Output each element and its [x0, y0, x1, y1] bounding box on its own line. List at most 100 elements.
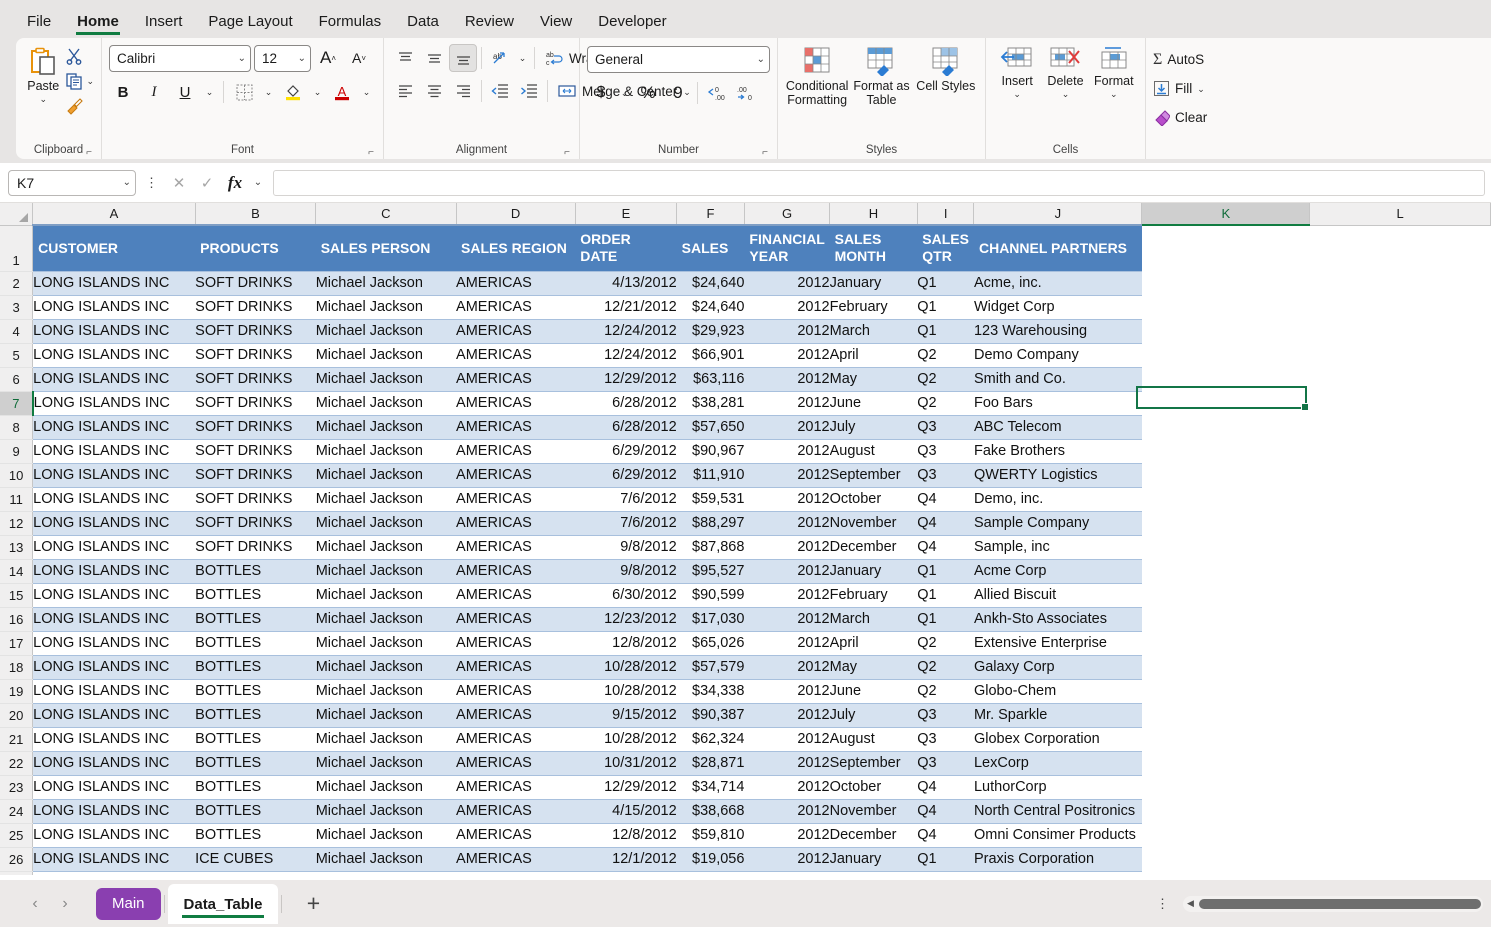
empty-cell[interactable]	[1309, 487, 1491, 512]
table-cell[interactable]: Mr. Sparkle	[973, 703, 1142, 728]
table-cell[interactable]: AMERICAS	[456, 607, 576, 632]
table-cell[interactable]: Michael Jackson	[315, 823, 457, 848]
table-cell[interactable]: Q1	[917, 559, 974, 584]
table-cell[interactable]: Q1	[917, 271, 974, 296]
empty-cell[interactable]	[1309, 559, 1491, 584]
table-cell[interactable]: $88,297	[676, 511, 745, 536]
table-cell[interactable]: 2012	[744, 559, 830, 584]
empty-cell[interactable]	[1309, 295, 1491, 320]
row-header-18[interactable]: 18	[0, 655, 34, 680]
table-cell[interactable]: Extensive Enterprise	[973, 631, 1142, 656]
table-cell[interactable]: LONG ISLANDS INC	[32, 583, 196, 608]
column-header-G[interactable]: G	[744, 203, 831, 226]
empty-cell[interactable]	[1141, 439, 1311, 464]
table-cell[interactable]: 2012	[744, 799, 830, 824]
row-header-14[interactable]: 14	[0, 559, 34, 584]
table-cell[interactable]: 9/8/2012	[575, 559, 677, 584]
table-cell[interactable]: June	[829, 391, 918, 416]
table-cell[interactable]: Q1	[917, 295, 974, 320]
empty-cell[interactable]	[1309, 703, 1491, 728]
table-cell[interactable]: Q3	[917, 415, 974, 440]
delete-chevron-down-icon[interactable]: ⌄	[1062, 90, 1070, 99]
empty-cell[interactable]	[1141, 727, 1311, 752]
underline-button[interactable]: U	[171, 78, 199, 106]
table-cell[interactable]: January	[829, 559, 918, 584]
table-cell[interactable]: SOFT DRINKS	[195, 439, 316, 464]
row-header-20[interactable]: 20	[0, 703, 34, 728]
table-cell[interactable]: July	[829, 415, 918, 440]
empty-cell[interactable]	[1141, 703, 1311, 728]
table-cell[interactable]: Michael Jackson	[315, 367, 457, 392]
check-icon[interactable]: ✓	[195, 171, 219, 195]
table-cell[interactable]: Acme, inc.	[973, 271, 1142, 296]
table-cell[interactable]: Michael Jackson	[315, 463, 457, 488]
increase-indent-button[interactable]	[515, 77, 543, 105]
table-cell[interactable]: Michael Jackson	[315, 847, 457, 872]
empty-cell[interactable]	[1309, 391, 1491, 416]
table-cell[interactable]: Q4	[917, 799, 974, 824]
table-cell[interactable]: November	[829, 511, 918, 536]
empty-cell[interactable]	[1141, 391, 1311, 416]
table-cell[interactable]: Q2	[917, 679, 974, 704]
row-header-11[interactable]: 11	[0, 487, 34, 512]
table-cell[interactable]: SOFT DRINKS	[195, 511, 316, 536]
table-cell[interactable]: BOTTLES	[195, 775, 316, 800]
table-cell[interactable]: LONG ISLANDS INC	[32, 631, 196, 656]
table-cell[interactable]: Acme Corp	[973, 559, 1142, 584]
comma-format-button[interactable]: 9	[664, 79, 692, 107]
table-cell[interactable]: LONG ISLANDS INC	[32, 343, 196, 368]
copy-icon[interactable]	[65, 72, 83, 90]
table-cell[interactable]: $90,599	[676, 583, 745, 608]
table-cell[interactable]: 12/24/2012	[575, 319, 677, 344]
column-header-J[interactable]: J	[973, 203, 1143, 226]
table-cell[interactable]: BOTTLES	[195, 559, 316, 584]
table-cell[interactable]: Michael Jackson	[315, 295, 457, 320]
table-cell[interactable]: 4/13/2012	[575, 271, 677, 296]
table-cell[interactable]: ABC Telecom	[973, 415, 1142, 440]
table-cell[interactable]: SOFT DRINKS	[195, 319, 316, 344]
number-format-select[interactable]: General ⌄	[587, 46, 770, 73]
ribbon-tab-home[interactable]: Home	[66, 9, 130, 38]
table-cell[interactable]: 2012	[744, 703, 830, 728]
table-cell[interactable]: 10/28/2012	[575, 727, 677, 752]
empty-cell[interactable]	[1309, 727, 1491, 752]
table-cell[interactable]: Widget Corp	[973, 295, 1142, 320]
increase-font-size-button[interactable]: A ˄	[314, 44, 342, 72]
table-cell[interactable]: QWERTY Logistics	[973, 463, 1142, 488]
table-cell[interactable]: LONG ISLANDS INC	[32, 775, 196, 800]
empty-cell[interactable]	[1141, 631, 1311, 656]
table-cell[interactable]: BOTTLES	[195, 583, 316, 608]
table-cell[interactable]: ICE CUBES	[195, 847, 316, 872]
table-cell[interactable]: 2012	[744, 271, 830, 296]
table-cell[interactable]: 2012	[744, 319, 830, 344]
format-chevron-down-icon[interactable]: ⌄	[1110, 90, 1118, 99]
empty-cell[interactable]	[1309, 343, 1491, 368]
table-cell[interactable]: SOFT DRINKS	[195, 271, 316, 296]
empty-cell[interactable]	[1309, 655, 1491, 680]
table-cell[interactable]: Michael Jackson	[315, 583, 457, 608]
table-cell[interactable]: AMERICAS	[456, 799, 576, 824]
table-cell[interactable]: AMERICAS	[456, 487, 576, 512]
table-cell[interactable]: 2012	[744, 415, 830, 440]
table-cell[interactable]: $19,056	[676, 847, 745, 872]
table-cell[interactable]: March	[829, 319, 918, 344]
orientation-button[interactable]: ab	[486, 44, 514, 72]
align-left-button[interactable]	[391, 77, 419, 105]
column-header-A[interactable]: A	[32, 203, 196, 226]
sheet-tab-main[interactable]: Main	[96, 887, 161, 920]
table-cell[interactable]: BOTTLES	[195, 703, 316, 728]
scissors-icon[interactable]	[65, 47, 83, 65]
table-cell[interactable]: AMERICAS	[456, 463, 576, 488]
format-painter-icon[interactable]	[65, 97, 84, 116]
row-header-24[interactable]: 24	[0, 799, 34, 824]
decrease-decimal-button[interactable]: .00 0	[733, 79, 761, 107]
table-cell[interactable]: 12/1/2012	[575, 847, 677, 872]
table-header-cell[interactable]: ORDER DATE	[575, 225, 677, 272]
table-cell[interactable]: SOFT DRINKS	[195, 535, 316, 560]
ribbon-tab-review[interactable]: Review	[454, 9, 525, 38]
table-cell[interactable]: Q1	[917, 583, 974, 608]
table-cell[interactable]: 2012	[744, 511, 830, 536]
table-cell[interactable]: AMERICAS	[456, 655, 576, 680]
table-cell[interactable]: Michael Jackson	[315, 319, 457, 344]
format-cells-button[interactable]: Format ⌄	[1090, 44, 1138, 99]
